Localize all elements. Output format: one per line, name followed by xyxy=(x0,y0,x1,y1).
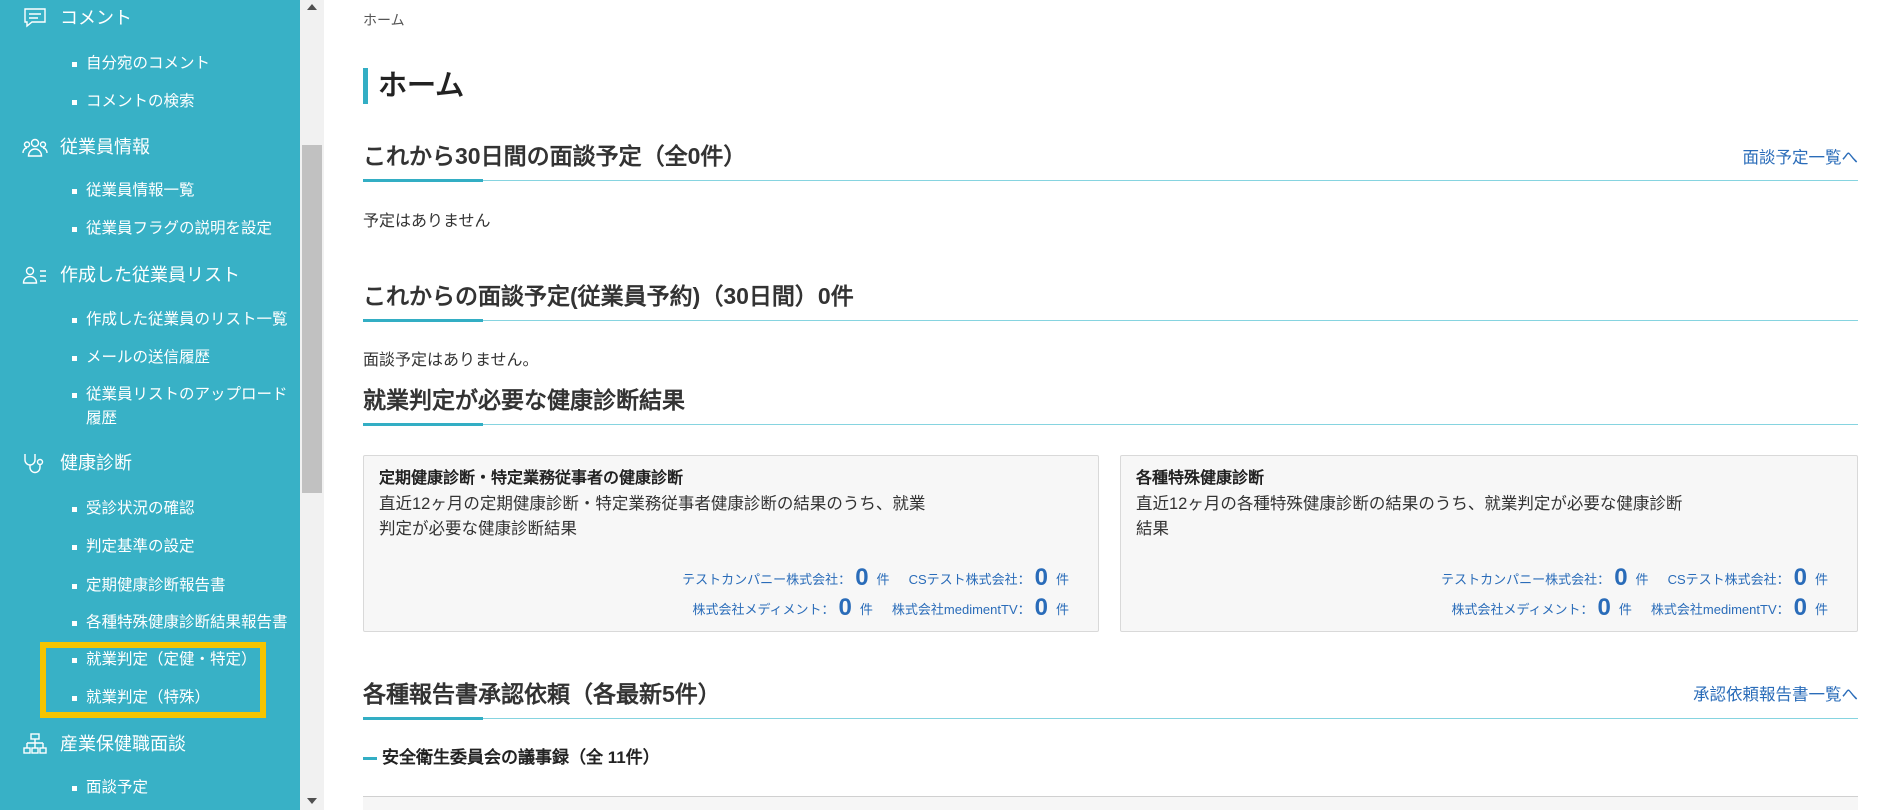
highlight-box xyxy=(40,642,266,718)
scroll-up-arrow[interactable] xyxy=(307,4,317,10)
company-label: テストカンパニー株式会社： xyxy=(682,571,852,587)
sidebar-section-employees: 従業員情報 xyxy=(0,129,300,165)
sidebar-section-title: 産業保健職面談 xyxy=(60,734,186,754)
sidebar-item-created-lists[interactable]: 作成した従業員のリスト一覧 xyxy=(72,308,294,332)
section-underline xyxy=(363,180,1858,181)
count-unit: 件 xyxy=(1814,571,1828,587)
count-value: 0 xyxy=(1793,594,1807,621)
sidebar-item-employee-list[interactable]: 従業員情報一覧 xyxy=(72,179,294,203)
card-title: 定期健康診断・特定業務従事者の健康診断 xyxy=(379,470,684,487)
page-title: ホーム xyxy=(378,70,465,102)
count-unit: 件 xyxy=(1055,571,1069,587)
sidebar-section-employee-lists: 作成した従業員リスト xyxy=(0,257,300,293)
sidebar-item-interview-schedule[interactable]: 面談予定 xyxy=(72,776,294,800)
sidebar-scrollbar[interactable] xyxy=(300,0,324,810)
section-underline xyxy=(363,424,1858,425)
count-unit: 件 xyxy=(1635,571,1649,587)
sidebar-item-checkup-status[interactable]: 受診状況の確認 xyxy=(72,497,294,521)
sidebar-section-title: コメント xyxy=(60,8,132,28)
org-chart-icon xyxy=(22,733,48,755)
company-stat[interactable]: テストカンパニー株式会社： 0 件 xyxy=(1441,563,1648,593)
stethoscope-icon xyxy=(22,452,48,474)
section-underline xyxy=(363,718,1858,719)
sidebar-section-title: 健康診断 xyxy=(60,453,132,473)
scroll-thumb[interactable] xyxy=(302,145,322,493)
section-underline-accent xyxy=(363,717,483,720)
card-description: 直近12ヶ月の各種特殊健康診断の結果のうち、就業判定が必要な健康診断結果 xyxy=(1136,495,1683,538)
sidebar: コメント 自分宛のコメント コメントの検索 従業員情報 従業員情報一覧 従業員フ… xyxy=(0,0,300,810)
committee-minutes-table xyxy=(363,796,1858,810)
count-value: 0 xyxy=(1034,564,1048,591)
special-checkup-card: 各種特殊健康診断 直近12ヶ月の各種特殊健康診断の結果のうち、就業判定が必要な健… xyxy=(1120,455,1858,632)
company-stat[interactable]: テストカンパニー株式会社： 0 件 xyxy=(682,563,889,593)
company-stat[interactable]: 株式会社medimentTV： 0 件 xyxy=(1651,593,1828,623)
company-stat[interactable]: CSテスト株式会社： 0 件 xyxy=(1668,563,1828,593)
person-list-icon xyxy=(22,264,48,286)
sidebar-section-title: 従業員情報 xyxy=(60,137,150,157)
section-underline-accent xyxy=(363,423,483,426)
card-description: 直近12ヶ月の定期健康診断・特定業務従事者健康診断の結果のうち、就業判定が必要な… xyxy=(379,495,926,538)
sidebar-item-employee-flag-settings[interactable]: 従業員フラグの説明を設定 xyxy=(72,217,294,241)
company-stat[interactable]: 株式会社medimentTV： 0 件 xyxy=(892,593,1069,623)
sidebar-item-mail-history[interactable]: メールの送信履歴 xyxy=(72,346,294,370)
company-stat[interactable]: 株式会社メディメント： 0 件 xyxy=(1451,593,1631,623)
committee-minutes-heading: 安全衛生委員会の議事録（全 11件） xyxy=(382,748,660,767)
periodic-checkup-card: 定期健康診断・特定業務従事者の健康診断 直近12ヶ月の定期健康診断・特定業務従事… xyxy=(363,455,1099,632)
judgement-heading: 就業判定が必要な健康診断結果 xyxy=(363,387,685,413)
page-title-bar xyxy=(363,68,368,104)
report-approval-heading: 各種報告書承認依頼（各最新5件） xyxy=(363,681,721,707)
count-value: 0 xyxy=(1614,564,1628,591)
approval-report-list-link[interactable]: 承認依頼報告書一覧へ xyxy=(1693,683,1858,707)
stats-row: 株式会社メディメント： 0 件 株式会社medimentTV： 0 件 xyxy=(1451,593,1828,623)
employee-booking-empty-message: 面談予定はありません。 xyxy=(363,352,539,369)
count-value: 0 xyxy=(1793,564,1807,591)
count-unit: 件 xyxy=(876,571,890,587)
scroll-down-arrow[interactable] xyxy=(307,798,317,804)
sidebar-item-upload-history[interactable]: 従業員リストのアップロード履歴 xyxy=(72,383,292,431)
company-label: CSテスト株式会社： xyxy=(1667,571,1790,587)
stats-row: テストカンパニー株式会社： 0 件 CSテスト株式会社： 0 件 xyxy=(1441,563,1828,593)
sidebar-item-criteria-settings[interactable]: 判定基準の設定 xyxy=(72,535,294,559)
sidebar-section-title: 作成した従業員リスト xyxy=(60,265,240,285)
company-label: 株式会社medimentTV： xyxy=(891,601,1031,617)
count-unit: 件 xyxy=(1055,601,1069,617)
upcoming-interviews-heading: これから30日間の面談予定（全0件） xyxy=(363,143,747,169)
people-icon xyxy=(22,136,48,158)
stats-row: 株式会社メディメント： 0 件 株式会社medimentTV： 0 件 xyxy=(692,593,1069,623)
breadcrumb[interactable]: ホーム xyxy=(363,9,405,31)
company-label: 株式会社medimentTV： xyxy=(1650,601,1790,617)
sidebar-section-health-checkups: 健康診断 xyxy=(0,445,300,481)
card-title: 各種特殊健康診断 xyxy=(1136,470,1265,487)
section-underline-accent xyxy=(363,179,483,182)
section-underline xyxy=(363,320,1858,321)
count-value: 0 xyxy=(838,594,852,621)
count-value: 0 xyxy=(1034,594,1048,621)
subheading-dash xyxy=(363,757,377,760)
stats-row: テストカンパニー株式会社： 0 件 CSテスト株式会社： 0 件 xyxy=(682,563,1069,593)
upcoming-empty-message: 予定はありません xyxy=(363,213,491,230)
section-underline-accent xyxy=(363,319,483,322)
count-unit: 件 xyxy=(859,601,873,617)
company-label: テストカンパニー株式会社： xyxy=(1441,571,1611,587)
count-unit: 件 xyxy=(1814,601,1828,617)
sidebar-item-periodic-report[interactable]: 定期健康診断報告書 xyxy=(72,574,294,598)
sidebar-item-comment-search[interactable]: コメントの検索 xyxy=(72,90,294,114)
company-stat[interactable]: CSテスト株式会社： 0 件 xyxy=(909,563,1069,593)
company-label: CSテスト株式会社： xyxy=(908,571,1031,587)
sidebar-item-special-report[interactable]: 各種特殊健康診断結果報告書 xyxy=(72,611,294,635)
interview-list-link[interactable]: 面談予定一覧へ xyxy=(1743,146,1859,170)
company-label: 株式会社メディメント： xyxy=(692,601,835,617)
company-stat[interactable]: 株式会社メディメント： 0 件 xyxy=(692,593,872,623)
count-value: 0 xyxy=(855,564,869,591)
count-value: 0 xyxy=(1597,594,1611,621)
comment-icon xyxy=(22,7,48,29)
sidebar-item-my-comments[interactable]: 自分宛のコメント xyxy=(72,52,294,76)
employee-booking-heading: これからの面談予定(従業員予約)（30日間）0件 xyxy=(363,283,854,309)
company-label: 株式会社メディメント： xyxy=(1451,601,1594,617)
count-unit: 件 xyxy=(1618,601,1632,617)
sidebar-section-interviews: 産業保健職面談 xyxy=(0,726,300,762)
sidebar-section-comments: コメント xyxy=(0,0,300,36)
